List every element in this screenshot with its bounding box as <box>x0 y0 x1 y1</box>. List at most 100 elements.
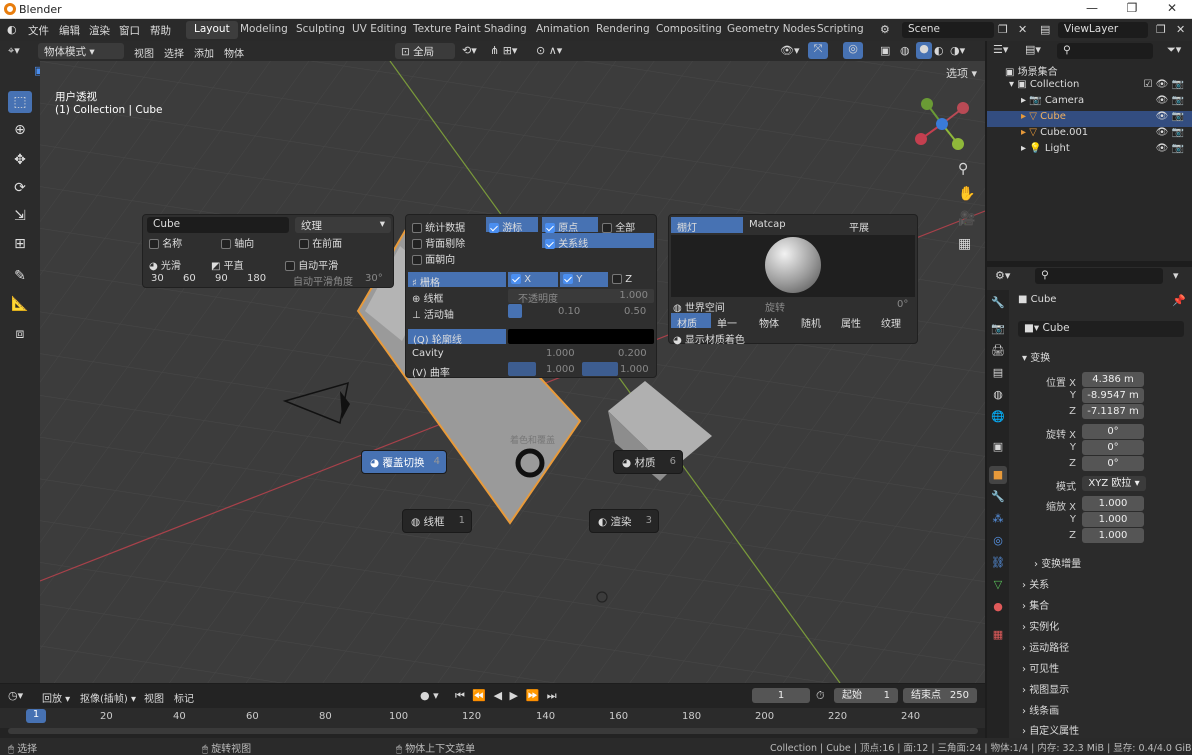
active-axis-icon[interactable] <box>508 304 522 318</box>
angle-90[interactable]: 90 <box>215 273 228 284</box>
curvature-slider-1[interactable] <box>508 362 536 376</box>
scale-z-field[interactable]: 1.000 <box>1082 528 1144 543</box>
pie-wireframe[interactable]: ◍ 线框 1 <box>402 509 472 533</box>
section-custom-props[interactable]: › 自定义属性 <box>1022 722 1079 737</box>
blender-menu-icon[interactable]: ◐ <box>7 23 17 36</box>
outliner-row-camera[interactable]: ▸ 📷 Camera 👁 📷 <box>987 95 1192 111</box>
maximize-icon[interactable]: ❐ <box>1112 1 1152 18</box>
remove-view-layer-icon[interactable]: ✕ <box>1176 23 1185 36</box>
material-tab-icon[interactable]: ● <box>989 598 1007 616</box>
aa-value-2[interactable]: 0.50 <box>624 306 646 317</box>
location-z-field[interactable]: -7.1187 m <box>1082 404 1144 419</box>
add-cube-tool-icon[interactable]: ⧈ <box>8 323 32 345</box>
scene-tab-icon[interactable]: ◍ <box>989 386 1007 404</box>
color-tab-material[interactable]: 材质 <box>671 313 711 330</box>
options-button[interactable]: 选项 ▾ <box>946 65 984 81</box>
opacity-slider[interactable]: 不透明度 1.000 <box>508 289 654 305</box>
rotation-x-field[interactable]: 0° <box>1082 424 1144 439</box>
menu-window[interactable]: 窗口 <box>119 23 140 38</box>
outliner-row-light[interactable]: ▸ 💡 Light 👁 📷 <box>987 143 1192 159</box>
transform-space-dropdown[interactable]: ⊡ 全局 <box>395 43 455 59</box>
menu-file[interactable]: 文件 <box>28 23 49 38</box>
rotation-y-field[interactable]: 0° <box>1082 440 1144 455</box>
current-frame-marker[interactable]: 1 <box>26 709 46 723</box>
tab-modeling[interactable]: Modeling <box>232 21 296 39</box>
select-box-tool-icon[interactable]: ⬚ <box>8 91 32 113</box>
cube-visibility-icons[interactable]: 👁 📷 <box>1156 111 1184 122</box>
annotate-tool-icon[interactable]: ✎ <box>8 265 32 287</box>
outline-color-swatch[interactable] <box>508 329 654 344</box>
cb-stats[interactable]: 统计数据 <box>412 219 465 234</box>
playback-controls[interactable]: ⏮ ⏪ ◀ ▶ ⏩ ⏭ <box>455 689 559 703</box>
object-name-field[interactable]: ■▾ Cube <box>1018 321 1184 337</box>
tab-layout[interactable]: Layout <box>186 21 238 39</box>
timeline-editor-icon[interactable]: ◷▾ <box>8 689 23 702</box>
tab-shading[interactable]: Shading <box>476 21 535 39</box>
scale-tool-icon[interactable]: ⇲ <box>8 205 32 227</box>
cb-grid-y[interactable]: Y <box>560 272 608 287</box>
minimize-icon[interactable]: — <box>1072 1 1112 18</box>
camera-view-icon[interactable]: 🎥 <box>958 211 975 227</box>
constraints-tab-icon[interactable]: ⛓ <box>989 554 1007 572</box>
scale-y-field[interactable]: 1.000 <box>1082 512 1144 527</box>
delta-transform-header[interactable]: › 变换增量 <box>1034 555 1081 570</box>
overlay-toggle-icon[interactable]: ◎ <box>843 42 863 59</box>
physics-tab-icon[interactable]: ◎ <box>989 532 1007 550</box>
cb-grid-y-box[interactable] <box>563 274 573 284</box>
cb-axis[interactable]: 轴向 <box>221 235 254 250</box>
pivot-icon[interactable]: ⟲▾ <box>462 44 477 57</box>
cb-face-orient[interactable]: 面朝向 <box>412 251 455 266</box>
gizmo-toggle-icon[interactable]: ⤧ <box>808 42 828 59</box>
outline-toggle[interactable]: (Q) 轮廓线 <box>408 329 506 346</box>
cb-auto-smooth[interactable]: 自动平滑 <box>285 257 338 272</box>
cb-all-box[interactable] <box>602 223 612 233</box>
active-axis-toggle[interactable]: ⊥ 活动轴 <box>412 306 454 321</box>
lighting-matcap-tab[interactable]: Matcap <box>749 219 786 230</box>
collection-visibility-icons[interactable]: ☑ 👁 📷 <box>1144 79 1184 90</box>
close-icon[interactable]: ✕ <box>1152 1 1192 18</box>
transform-panel-header[interactable]: ▾ 变换 <box>1022 349 1050 364</box>
outliner-row-collection[interactable]: ▾ ▣ Collection ☑ 👁 📷 <box>987 79 1192 95</box>
tl-menu-keying[interactable]: 抠像(插帧) ▾ <box>80 690 136 705</box>
angle-30[interactable]: 30 <box>151 273 164 284</box>
cb-name-box[interactable] <box>149 239 159 249</box>
curvature-value-2[interactable]: 1.000 <box>620 364 649 375</box>
perspective-toggle-icon[interactable]: ▦ <box>958 236 971 252</box>
properties-options-icon[interactable]: ▾ <box>1173 269 1179 282</box>
new-scene-icon[interactable]: ❐ <box>998 23 1008 36</box>
cb-grid-x-box[interactable] <box>511 274 521 284</box>
xray-icon[interactable]: ▣ <box>880 44 890 57</box>
output-tab-icon[interactable]: 🖨 <box>989 342 1007 360</box>
angle-60[interactable]: 60 <box>183 273 196 284</box>
outliner-row-cube[interactable]: ▸ ▽ Cube 👁 📷 <box>987 111 1192 127</box>
section-relations[interactable]: › 关系 <box>1022 576 1049 591</box>
visibility-icon[interactable]: 👁▾ <box>780 44 800 57</box>
outliner-row-cube001[interactable]: ▸ ▽ Cube.001 👁 📷 <box>987 127 1192 143</box>
menu-object[interactable]: 物体 <box>224 45 244 60</box>
collection-tab-icon[interactable]: ▣ <box>989 438 1007 456</box>
scene-field[interactable]: Scene <box>902 22 994 38</box>
cb-backface-box[interactable] <box>412 239 422 249</box>
pie-overlay-toggle[interactable]: ◕ 覆盖切换 4 <box>361 450 447 474</box>
rotation-value[interactable]: 0° <box>897 299 908 310</box>
shading-solid-icon[interactable]: ● <box>916 42 932 59</box>
object-tab-icon[interactable]: ■ <box>989 466 1007 484</box>
menu-view[interactable]: 视图 <box>134 45 154 60</box>
cb-cursor-box[interactable] <box>489 223 499 233</box>
tl-menu-playback[interactable]: 回放 ▾ <box>42 690 70 705</box>
new-view-layer-icon[interactable]: ❐ <box>1156 23 1166 36</box>
cb-cursor[interactable]: 游标 <box>486 217 538 234</box>
show-mat-color-toggle[interactable]: ◕ 显示材质着色 <box>673 331 745 346</box>
menu-render[interactable]: 渲染 <box>89 23 110 38</box>
pie-rendered[interactable]: ◐ 渲染 3 <box>589 509 659 533</box>
location-y-field[interactable]: -8.9547 m <box>1082 388 1144 403</box>
location-x-field[interactable]: 4.386 m <box>1082 372 1144 387</box>
menu-help[interactable]: 帮助 <box>150 23 171 38</box>
menu-add[interactable]: 添加 <box>194 45 214 60</box>
transform-tool-icon[interactable]: ⊞ <box>8 233 32 255</box>
editor-type-icon[interactable]: ⌖▾ <box>8 44 20 58</box>
properties-editor-icon[interactable]: ⚙▾ <box>995 269 1010 282</box>
lighting-flat-tab[interactable]: 平展 <box>849 219 869 234</box>
section-motion-paths[interactable]: › 运动路径 <box>1022 639 1069 654</box>
timeline-scrollbar[interactable] <box>8 728 978 734</box>
